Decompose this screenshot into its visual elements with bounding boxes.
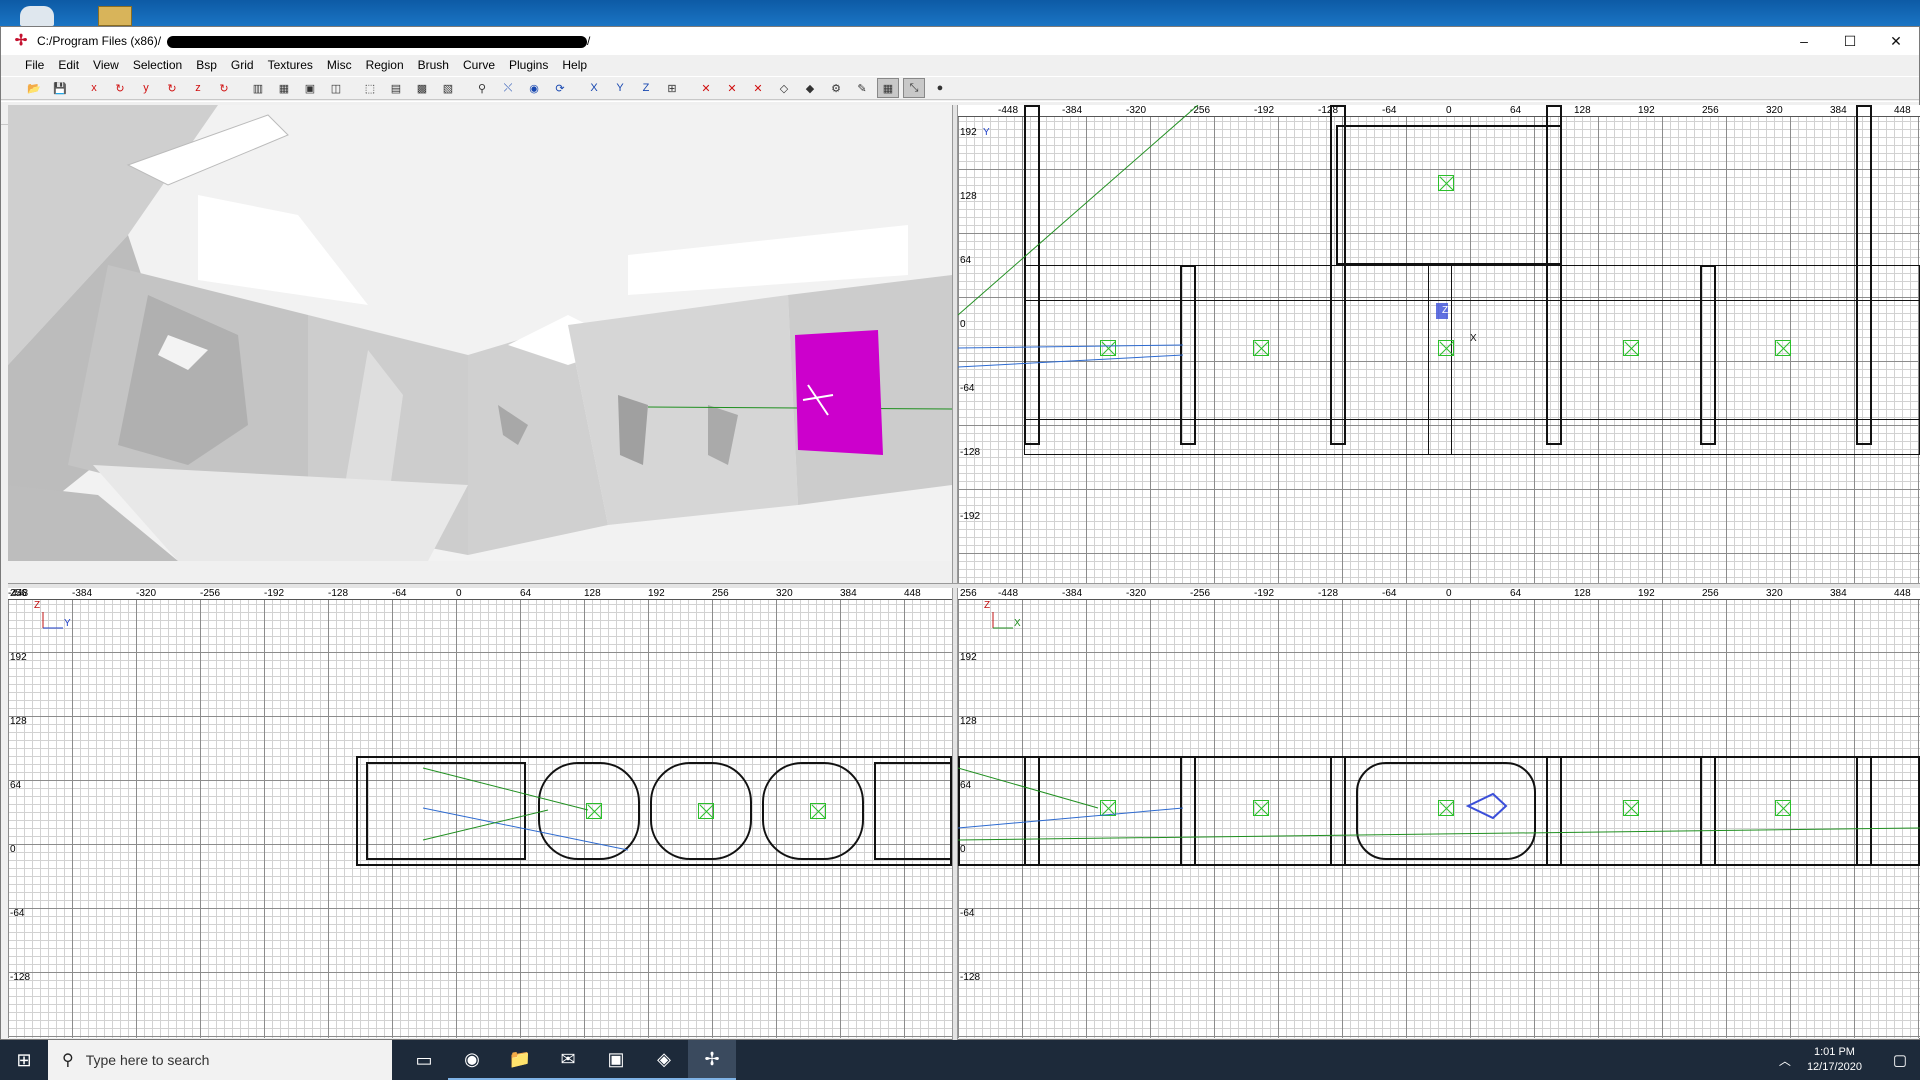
side-view-viewport[interactable]: -448 -384 -320 -256 -192 -128 -64 0 64 128 192 256 3… bbox=[8, 588, 952, 1038]
top-view-lines bbox=[958, 105, 1448, 368]
menu-plugins[interactable]: Plugins bbox=[509, 58, 548, 72]
radiant-app-icon: ✢ bbox=[14, 32, 28, 49]
csg-merge-icon[interactable]: ▦ bbox=[273, 78, 295, 98]
vertical-splitter[interactable] bbox=[952, 105, 958, 1040]
select-touching-icon[interactable]: ⬚ bbox=[359, 78, 381, 98]
search-icon: ⚲ bbox=[62, 1052, 74, 1069]
windows-app-icon[interactable]: ▣ bbox=[592, 1040, 640, 1080]
radiant-editor-icon[interactable]: ✢ bbox=[688, 1040, 736, 1080]
hollow-icon[interactable]: ▣ bbox=[299, 78, 321, 98]
patch-bend-icon[interactable]: ⤡ bbox=[903, 78, 925, 98]
menu-view[interactable]: View bbox=[93, 58, 119, 72]
cube-clip-icon[interactable]: ⊞ bbox=[661, 78, 683, 98]
view-y-icon[interactable]: Y bbox=[609, 78, 631, 98]
view-z-icon[interactable]: Z bbox=[635, 78, 657, 98]
maximize-button[interactable]: ☐ bbox=[1827, 27, 1873, 55]
axis-label: Y bbox=[64, 618, 71, 629]
brush-icon[interactable]: ✎ bbox=[851, 78, 873, 98]
notification-icon[interactable]: ▢ bbox=[1880, 1051, 1920, 1069]
menu-textures[interactable]: Textures bbox=[268, 58, 313, 72]
close-button[interactable]: ✕ bbox=[1873, 27, 1919, 55]
sel-y-icon[interactable]: ✕ bbox=[721, 78, 743, 98]
search-placeholder: Type here to search bbox=[85, 1052, 210, 1068]
drag-vertex-icon[interactable]: ◆ bbox=[799, 78, 821, 98]
menu-bsp[interactable]: Bsp bbox=[196, 58, 217, 72]
axis-label: Z bbox=[1442, 305, 1449, 316]
clock[interactable]: 1:01 PM 12/17/2020 bbox=[1807, 1045, 1862, 1075]
front-view-lines bbox=[958, 612, 1920, 841]
camera-icon[interactable]: ◉ bbox=[523, 78, 545, 98]
flip-z-icon[interactable]: z bbox=[187, 78, 209, 98]
clip-icon[interactable]: ◫ bbox=[325, 78, 347, 98]
horizontal-splitter[interactable] bbox=[8, 583, 1920, 588]
task-view-icon[interactable]: ▭ bbox=[400, 1040, 448, 1080]
menu-region[interactable]: Region bbox=[366, 58, 404, 72]
main-toolbar: 📂 💾 x ↻ y ↻ z ↻ ▥ ▦ ▣ ◫ ⬚ ▤ ▩ ▧ ⚲ ⤬ ◉ ⟳ X Y Z ⊞ ✕ ✕ ✕ ◇ ◆ ⚙ ✎ ▦ ⤡ ● bbox=[1, 76, 1919, 100]
desktop-folder-icon[interactable] bbox=[98, 6, 132, 26]
menu-grid[interactable]: Grid bbox=[231, 58, 254, 72]
menu-curve[interactable]: Curve bbox=[463, 58, 495, 72]
menu-misc[interactable]: Misc bbox=[327, 58, 352, 72]
axis-label: Z bbox=[984, 600, 991, 611]
flip-y-icon[interactable]: y bbox=[135, 78, 157, 98]
select-inside-icon[interactable]: ▤ bbox=[385, 78, 407, 98]
open-icon[interactable]: 📂 bbox=[23, 78, 45, 98]
windows-logo-icon: ⊞ bbox=[16, 1049, 32, 1070]
taskbar-apps: ▭ ◉ 📁 ✉ ▣ ◈ ✢ bbox=[400, 1040, 736, 1080]
select-complete-icon[interactable]: ▩ bbox=[411, 78, 433, 98]
patch-icon[interactable]: ▦ bbox=[877, 78, 899, 98]
view-x-icon[interactable]: X bbox=[583, 78, 605, 98]
change-view-icon[interactable]: ⤬ bbox=[497, 78, 519, 98]
rotate-z-icon[interactable]: ↻ bbox=[213, 78, 235, 98]
file-explorer-icon[interactable]: 📁 bbox=[496, 1040, 544, 1080]
menu-edit[interactable]: Edit bbox=[58, 58, 79, 72]
menu-file[interactable]: File bbox=[25, 58, 44, 72]
clock-date: 12/17/2020 bbox=[1806, 1061, 1862, 1073]
flip-x-icon[interactable]: x bbox=[83, 78, 105, 98]
rotate-y-icon[interactable]: ↻ bbox=[161, 78, 183, 98]
menu-help[interactable]: Help bbox=[562, 58, 587, 72]
plugin-icon[interactable]: ● bbox=[929, 78, 951, 98]
chrome-icon[interactable]: ◉ bbox=[448, 1040, 496, 1080]
minimize-button[interactable]: – bbox=[1781, 27, 1827, 55]
side-view-lines bbox=[42, 612, 629, 851]
show-hidden-icons-icon[interactable]: ︿ bbox=[1779, 1052, 1791, 1069]
entity-icon[interactable]: ⚙ bbox=[825, 78, 847, 98]
recycle-bin-icon[interactable] bbox=[20, 6, 54, 26]
camera-viewport[interactable] bbox=[8, 105, 952, 561]
redacted-path bbox=[167, 35, 588, 48]
sel-z-icon[interactable]: ✕ bbox=[747, 78, 769, 98]
drag-edge-icon[interactable]: ◇ bbox=[773, 78, 795, 98]
axis-label: X bbox=[1014, 618, 1021, 629]
taskbar: ⊞ ⚲ Type here to search ▭ ◉ 📁 ✉ ▣ ◈ ✢ ︿ 1:01 P… bbox=[0, 1040, 1920, 1080]
camera-render bbox=[8, 105, 952, 561]
menu-brush[interactable]: Brush bbox=[418, 58, 449, 72]
axis-label: Z bbox=[34, 600, 41, 611]
desktop-background bbox=[0, 0, 1920, 26]
title-bar[interactable]: ✢ C:/Program Files (x86)// – ☐ ✕ bbox=[1, 27, 1919, 55]
window-controls: – ☐ ✕ bbox=[1781, 27, 1919, 55]
axis-label: X bbox=[1470, 333, 1477, 344]
system-tray: ︿ 1:01 PM 12/17/2020 ▢ bbox=[1779, 1040, 1920, 1080]
window-title: C:/Program Files (x86)// bbox=[37, 34, 591, 48]
menu-selection[interactable]: Selection bbox=[133, 58, 182, 72]
rotate-x-icon[interactable]: ↻ bbox=[109, 78, 131, 98]
mail-icon[interactable]: ✉ bbox=[544, 1040, 592, 1080]
game-launcher-icon[interactable]: ◈ bbox=[640, 1040, 688, 1080]
menu-bar: File Edit View Selection Bsp Grid Textures Misc… bbox=[1, 55, 1919, 75]
csg-subtract-icon[interactable]: ▥ bbox=[247, 78, 269, 98]
sel-x-icon[interactable]: ✕ bbox=[695, 78, 717, 98]
refresh-icon[interactable]: ⟳ bbox=[549, 78, 571, 98]
save-icon[interactable]: 💾 bbox=[49, 78, 71, 98]
texture-lock-icon[interactable]: ⚲ bbox=[471, 78, 493, 98]
top-view-viewport[interactable]: -448 -384 -320 -256 -192 -128 -64 0 64 128 192 256 3… bbox=[958, 105, 1920, 583]
start-button[interactable]: ⊞ bbox=[0, 1040, 48, 1080]
clock-time: 1:01 PM bbox=[1813, 1046, 1855, 1058]
front-view-viewport[interactable]: -448 -384 -320 -256 -192 -128 -64 0 64 128 192 256 3… bbox=[958, 588, 1920, 1038]
axis-label: Y bbox=[983, 127, 990, 138]
select-partial-icon[interactable]: ▧ bbox=[437, 78, 459, 98]
search-box[interactable]: ⚲ Type here to search bbox=[48, 1040, 392, 1080]
